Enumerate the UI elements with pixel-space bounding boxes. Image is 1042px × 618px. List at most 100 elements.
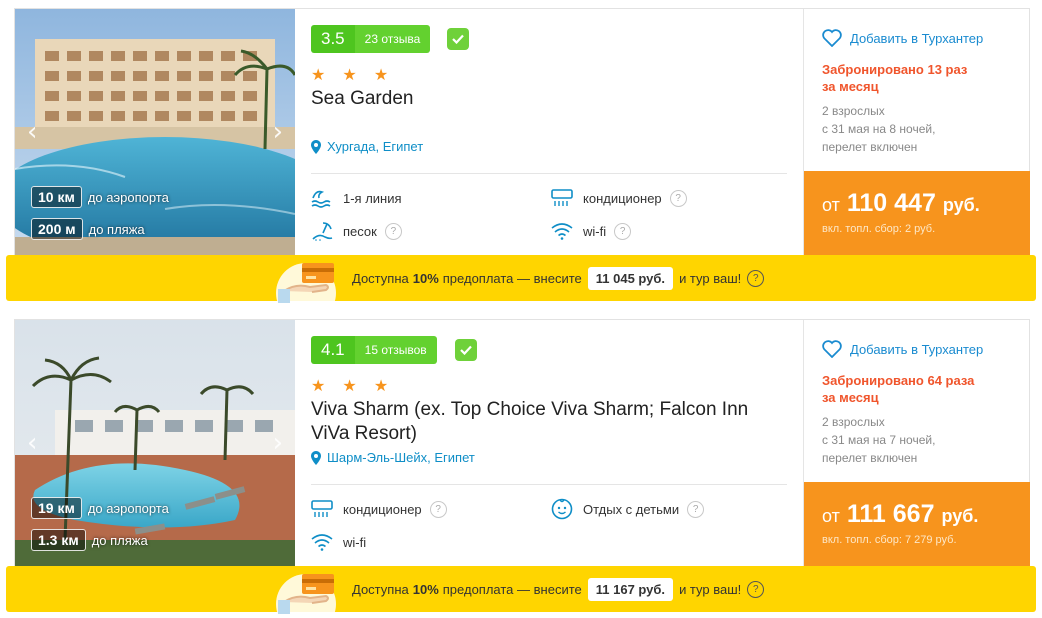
tour-dates: с 31 мая на 7 ночей, xyxy=(822,433,936,447)
tour-dates: с 31 мая на 8 ночей, xyxy=(822,122,936,136)
fuel-fee: вкл. топл. сбор: 2 руб. xyxy=(822,223,936,235)
rating-score: 4.1 xyxy=(311,336,355,364)
hotel-location[interactable]: Шарм-Эль-Шейх, Египет xyxy=(311,450,475,465)
divider xyxy=(311,173,787,174)
hotel-card: ‹ › 19 км до аэропорта 1.3 км до пляжа 4… xyxy=(14,319,1030,567)
tour-details: 2 взрослых с 31 мая на 8 ночей, перелет … xyxy=(822,102,1012,156)
hotel-photo[interactable]: ‹ › 10 км до аэропорта 200 м до пляжа xyxy=(15,9,295,255)
heart-icon xyxy=(822,340,842,358)
airport-distance-label: до аэропорта xyxy=(87,500,169,516)
amenity-wifi: wi-fi xyxy=(311,531,366,553)
hotel-photo[interactable]: ‹ › 19 км до аэропорта 1.3 км до пляжа xyxy=(15,320,295,566)
beach-distance: 1.3 км до пляжа xyxy=(31,529,148,551)
amenity-label: Отдых с детьми xyxy=(583,501,680,517)
price-prefix: от xyxy=(822,195,840,215)
prepayment-percent: 10% xyxy=(412,270,439,286)
hotel-name[interactable]: Sea Garden xyxy=(311,87,787,111)
amenity-first-line: 1-я линия xyxy=(311,187,402,209)
wave-icon xyxy=(311,187,333,209)
amenity-air-conditioner: кондиционер ? xyxy=(311,498,447,520)
hotel-stars: ★ ★ ★ xyxy=(311,65,395,84)
map-pin-icon xyxy=(311,450,321,465)
amenity-sand: песок ? xyxy=(311,220,402,242)
hotel-card: ‹ › 10 км до аэропорта 200 м до пляжа 3.… xyxy=(14,8,1030,256)
photo-next-arrow[interactable]: › xyxy=(273,428,283,458)
hotel-location[interactable]: Хургада, Египет xyxy=(311,139,423,154)
hotel-location-text: Хургада, Египет xyxy=(327,139,424,154)
beach-distance-label: до пляжа xyxy=(91,532,148,548)
help-icon[interactable]: ? xyxy=(429,500,447,518)
add-to-favorites-label: Добавить в Турхантер xyxy=(850,30,984,46)
fuel-fee: вкл. топл. сбор: 7 279 руб. xyxy=(822,534,957,546)
amenity-label: кондиционер xyxy=(343,501,422,517)
card-in-hand-icon xyxy=(276,263,336,305)
amenity-label: 1-я линия xyxy=(343,190,402,206)
card-in-hand-icon xyxy=(276,574,336,616)
beach-distance-label: до пляжа xyxy=(88,221,145,237)
amenity-label: песок xyxy=(343,223,377,239)
air-conditioner-icon xyxy=(551,187,573,209)
verified-check-icon xyxy=(455,339,477,361)
amenity-kids: Отдых с детьми ? xyxy=(551,498,705,520)
hotel-info: 3.5 23 отзыва ★ ★ ★ Sea Garden Хургада, … xyxy=(311,9,787,255)
help-icon[interactable]: ? xyxy=(747,269,765,287)
air-conditioner-icon xyxy=(311,498,333,520)
help-icon[interactable]: ? xyxy=(669,189,687,207)
help-icon[interactable]: ? xyxy=(687,500,705,518)
price-currency: руб. xyxy=(941,506,979,526)
prepayment-text-start: Доступна xyxy=(352,581,409,597)
tour-travelers: 2 взрослых xyxy=(822,104,885,118)
booked-count: Забронировано 64 раза за месяц xyxy=(822,373,975,405)
map-pin-icon xyxy=(311,139,321,154)
booked-count: Забронировано 13 раз за месяц xyxy=(822,62,968,94)
airport-distance: 19 км до аэропорта xyxy=(31,497,169,519)
price-currency: руб. xyxy=(942,195,980,215)
photo-next-arrow[interactable]: › xyxy=(273,117,283,147)
hotel-info: 4.1 15 отзывов ★ ★ ★ Viva Sharm (ex. Top… xyxy=(311,320,787,566)
hotel-name[interactable]: Viva Sharm (ex. Top Choice Viva Sharm; F… xyxy=(311,398,787,446)
wifi-icon xyxy=(311,531,333,553)
hotel-location-text: Шарм-Эль-Шейх, Египет xyxy=(327,450,475,465)
airport-distance-value: 10 км xyxy=(31,186,82,208)
prepayment-percent: 10% xyxy=(412,581,439,597)
prepayment-banner: Доступна 10% предоплата — внесите 11 045… xyxy=(6,255,1036,305)
sand-icon xyxy=(311,220,333,242)
price-value: 111 667 xyxy=(846,500,935,528)
rating-badge[interactable]: 3.5 23 отзыва xyxy=(311,25,431,53)
add-to-favorites-label: Добавить в Турхантер xyxy=(850,341,984,357)
amenity-air-conditioner: кондиционер ? xyxy=(551,187,687,209)
amenity-label: кондиционер xyxy=(583,190,662,206)
booking-panel: Добавить в Турхантер Забронировано 64 ра… xyxy=(803,320,1030,566)
verified-check-icon xyxy=(447,28,469,50)
kids-icon xyxy=(551,498,573,520)
photo-prev-arrow[interactable]: ‹ xyxy=(27,117,37,147)
help-icon[interactable]: ? xyxy=(384,222,402,240)
booking-panel: Добавить в Турхантер Забронировано 13 ра… xyxy=(803,9,1030,255)
rating-score: 3.5 xyxy=(311,25,355,53)
prepayment-text: Доступна 10% предоплата — внесите 11 045… xyxy=(352,266,765,290)
tour-travelers: 2 взрослых xyxy=(822,415,885,429)
add-to-favorites-button[interactable]: Добавить в Турхантер xyxy=(822,29,983,47)
prepayment-text-middle: предоплата — внесите xyxy=(442,270,582,286)
beach-distance-value: 200 м xyxy=(31,218,83,240)
reviews-link[interactable]: 23 отзыва xyxy=(354,25,431,53)
beach-distance-value: 1.3 км xyxy=(31,529,86,551)
rating-badge[interactable]: 4.1 15 отзывов xyxy=(311,336,437,364)
prepayment-text: Доступна 10% предоплата — внесите 11 167… xyxy=(352,577,765,601)
help-icon[interactable]: ? xyxy=(614,222,632,240)
amenity-label: wi-fi xyxy=(583,223,607,239)
prepayment-text-end: и тур ваш! xyxy=(679,581,742,597)
help-icon[interactable]: ? xyxy=(747,580,765,598)
price-prefix: от xyxy=(822,506,840,526)
price-button[interactable]: от 111 667 руб. вкл. топл. сбор: 7 279 р… xyxy=(804,482,1030,566)
wifi-icon xyxy=(551,220,573,242)
photo-prev-arrow[interactable]: ‹ xyxy=(27,428,37,458)
prepayment-text-middle: предоплата — внесите xyxy=(442,581,582,597)
beach-distance: 200 м до пляжа xyxy=(31,218,145,240)
add-to-favorites-button[interactable]: Добавить в Турхантер xyxy=(822,340,983,358)
prepayment-amount: 11 045 руб. xyxy=(587,266,674,290)
reviews-link[interactable]: 15 отзывов xyxy=(354,336,437,364)
prepayment-banner: Доступна 10% предоплата — внесите 11 167… xyxy=(6,566,1036,616)
price-button[interactable]: от 110 447 руб. вкл. топл. сбор: 2 руб. xyxy=(804,171,1030,255)
tour-flight: перелет включен xyxy=(822,140,918,154)
